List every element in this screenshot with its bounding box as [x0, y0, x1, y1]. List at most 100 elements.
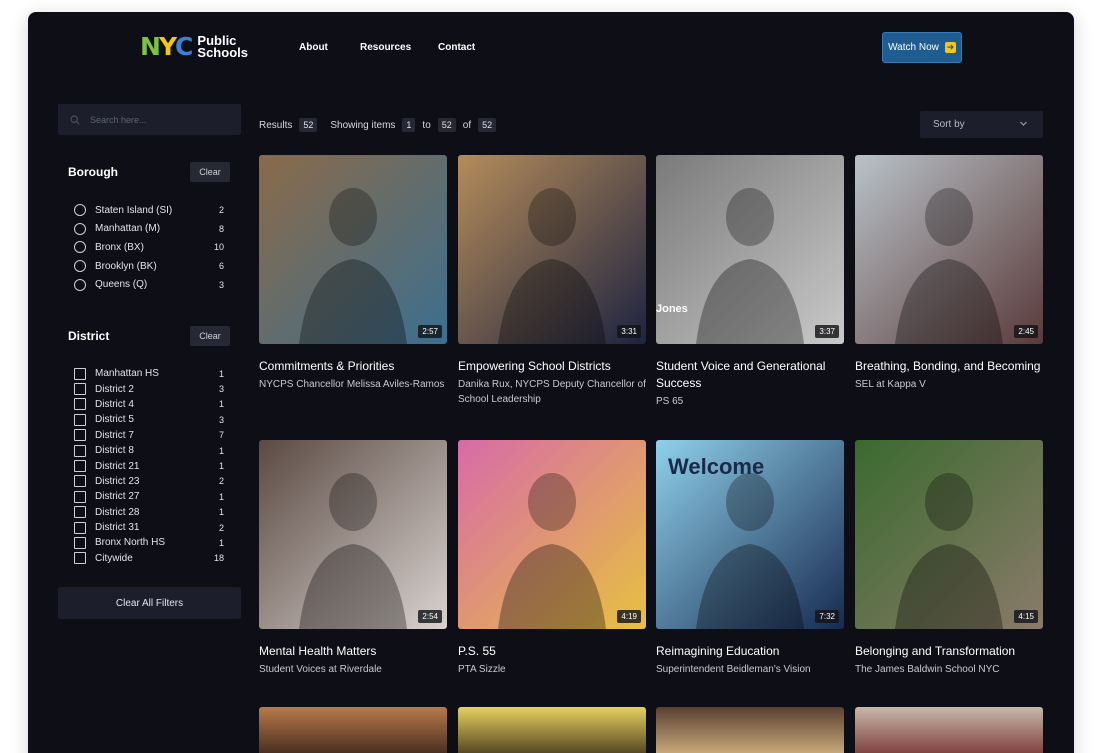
checkbox[interactable]	[74, 475, 86, 488]
video-title[interactable]: Mental Health Matters	[259, 643, 447, 660]
checkbox[interactable]	[74, 552, 86, 565]
district-option[interactable]: District 28 1	[74, 505, 224, 520]
video-card[interactable]: 4:15 Belonging and Transformation The Jame…	[855, 440, 1043, 677]
checkbox[interactable]	[74, 506, 86, 519]
district-option[interactable]: District 5 3	[74, 412, 224, 427]
video-subtitle: PS 65	[656, 396, 684, 407]
checkbox[interactable]	[74, 429, 86, 442]
video-card[interactable]: 2:54 Mental Health Matters Student Voices …	[259, 440, 447, 677]
checkbox[interactable]	[74, 413, 86, 426]
borough-option[interactable]: Brooklyn (BK) 6	[74, 257, 224, 276]
district-option[interactable]: District 21 1	[74, 458, 224, 473]
district-option[interactable]: District 2 3	[74, 381, 224, 396]
video-card[interactable]	[855, 707, 1043, 753]
borough-option[interactable]: Queens (Q) 3	[74, 275, 224, 294]
checkbox[interactable]	[74, 460, 86, 473]
checkbox[interactable]	[74, 444, 86, 457]
option-label: Bronx North HS	[95, 537, 166, 549]
nav-contact[interactable]: Contact	[438, 42, 475, 53]
duration-badge: 7:32	[815, 610, 839, 623]
option-label: District 28	[95, 506, 140, 518]
video-thumbnail[interactable]: Welcome 7:32	[656, 440, 844, 629]
person-silhouette	[299, 188, 407, 344]
district-option[interactable]: District 8 1	[74, 443, 224, 458]
district-option[interactable]: Bronx North HS 1	[74, 535, 224, 550]
district-option[interactable]: District 7 7	[74, 428, 224, 443]
video-card[interactable]	[458, 707, 646, 753]
video-thumbnail[interactable]	[656, 707, 844, 753]
video-subtitle: PTA Sizzle	[458, 664, 506, 675]
duration-badge: 2:54	[418, 610, 442, 623]
checkbox[interactable]	[74, 536, 86, 549]
checkbox[interactable]	[74, 398, 86, 411]
borough-clear-button[interactable]: Clear	[190, 162, 230, 182]
radio-button[interactable]	[74, 204, 86, 217]
video-card[interactable]: 4:19 P.S. 55 PTA Sizzle	[458, 440, 646, 677]
checkbox[interactable]	[74, 367, 86, 380]
option-label: Bronx (BX)	[95, 241, 144, 253]
clear-all-filters-button[interactable]: Clear All Filters	[58, 587, 241, 619]
option-label: District 27	[95, 491, 140, 503]
video-card[interactable]: 2:57 Commitments & Priorities NYCPS Chance…	[259, 155, 447, 392]
sort-by-dropdown[interactable]: Sort by	[920, 111, 1043, 138]
search-box[interactable]	[58, 104, 241, 135]
video-thumbnail[interactable]: 3:31	[458, 155, 646, 344]
search-input[interactable]	[90, 114, 230, 125]
video-thumbnail[interactable]: 2:57	[259, 155, 447, 344]
video-subtitle: SEL at Kappa V	[855, 379, 926, 390]
checkbox[interactable]	[74, 521, 86, 534]
video-title[interactable]: P.S. 55	[458, 643, 646, 660]
video-card[interactable]: 3:31 Empowering School Districts Danika Ru…	[458, 155, 646, 407]
video-title[interactable]: Belonging and Transformation	[855, 643, 1043, 660]
borough-option[interactable]: Staten Island (SI) 2	[74, 201, 224, 220]
video-subtitle: NYCPS Chancellor Melissa Aviles-Ramos	[259, 379, 445, 390]
district-option[interactable]: District 4 1	[74, 397, 224, 412]
video-thumbnail[interactable]	[458, 707, 646, 753]
nyc-public-schools-logo[interactable]: NYC Public Schools	[140, 34, 248, 60]
option-label: District 21	[95, 460, 140, 472]
video-card[interactable]: 2:45 Breathing, Bonding, and Becoming SEL …	[855, 155, 1043, 392]
district-clear-button[interactable]: Clear	[190, 326, 230, 346]
video-thumbnail[interactable]: 2:54	[259, 440, 447, 629]
video-thumbnail[interactable]: 2:45	[855, 155, 1043, 344]
watch-now-label: Watch Now	[888, 42, 939, 53]
borough-option[interactable]: Manhattan (M) 8	[74, 220, 224, 239]
video-card[interactable]: Jones 3:37 Student Voice and Generational …	[656, 155, 844, 409]
video-thumbnail[interactable]: Jones 3:37	[656, 155, 844, 344]
video-thumbnail[interactable]	[855, 707, 1043, 753]
video-title[interactable]: Breathing, Bonding, and Becoming	[855, 358, 1043, 375]
video-title[interactable]: Commitments & Priorities	[259, 358, 447, 375]
option-count: 10	[214, 242, 225, 253]
district-option[interactable]: District 31 2	[74, 520, 224, 535]
nav-resources[interactable]: Resources	[360, 42, 411, 53]
radio-button[interactable]	[74, 222, 86, 235]
video-card[interactable]: Welcome 7:32 Reimagining Education Superint…	[656, 440, 844, 677]
video-thumbnail[interactable]	[259, 707, 447, 753]
radio-button[interactable]	[74, 278, 86, 291]
checkbox[interactable]	[74, 383, 86, 396]
app-window: NYC Public Schools About Resources Conta…	[28, 12, 1074, 753]
radio-button[interactable]	[74, 241, 86, 254]
video-title[interactable]: Empowering School Districts	[458, 358, 646, 375]
video-thumbnail[interactable]: 4:15	[855, 440, 1043, 629]
option-label: Queens (Q)	[95, 279, 148, 291]
thumbnail-caption: Welcome	[668, 454, 765, 479]
option-label: District 23	[95, 475, 140, 487]
option-count: 2	[218, 205, 224, 216]
video-card[interactable]	[656, 707, 844, 753]
radio-button[interactable]	[74, 260, 86, 273]
nav-about[interactable]: About	[299, 42, 328, 53]
person-silhouette	[498, 473, 606, 629]
video-title[interactable]: Reimagining Education	[656, 643, 844, 660]
video-title[interactable]: Student Voice and Generational Success	[656, 358, 844, 392]
video-card[interactable]	[259, 707, 447, 753]
district-option[interactable]: District 23 2	[74, 474, 224, 489]
video-thumbnail[interactable]: 4:19	[458, 440, 646, 629]
district-option[interactable]: District 27 1	[74, 489, 224, 504]
district-option[interactable]: Manhattan HS 1	[74, 366, 224, 381]
logo-line-2: Schools	[197, 45, 248, 60]
district-option[interactable]: Citywide 18	[74, 551, 224, 566]
watch-now-button[interactable]: Watch Now ➜	[882, 32, 962, 63]
checkbox[interactable]	[74, 490, 86, 503]
borough-option[interactable]: Bronx (BX) 10	[74, 238, 224, 257]
